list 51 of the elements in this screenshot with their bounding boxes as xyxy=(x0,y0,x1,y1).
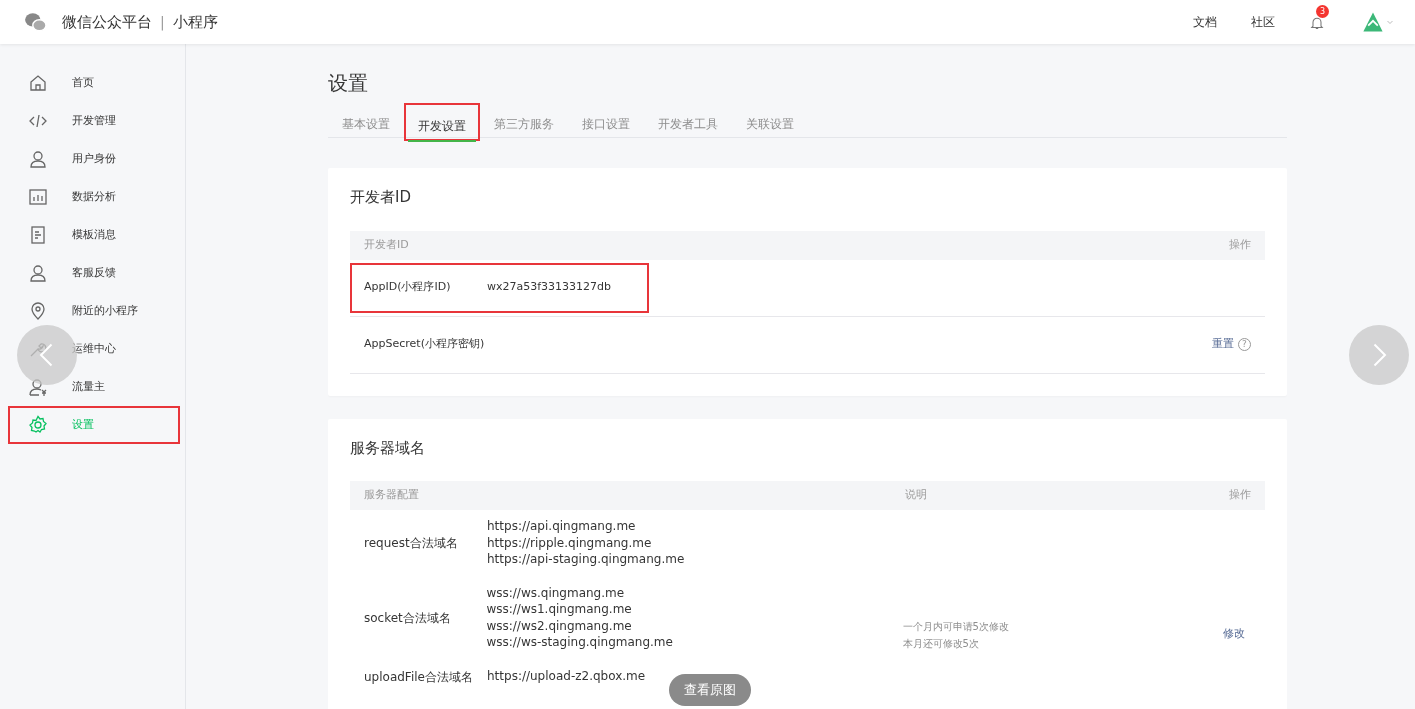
domain-text: https://api-staging.qingmang.me xyxy=(487,551,685,568)
sidebar-item[interactable]: 模板消息 xyxy=(8,216,180,254)
column-header: 操作 xyxy=(1229,236,1251,253)
column-header: 说明 xyxy=(905,487,928,504)
field-label: request合法域名 xyxy=(364,534,459,552)
product-title: 小程序 xyxy=(172,11,218,33)
field-label: uploadFile合法域名 xyxy=(364,668,474,686)
notification-badge: 3 xyxy=(1316,5,1329,18)
sidebar-item[interactable]: 开发管理 xyxy=(8,102,180,140)
sidebar-item[interactable]: 附近的小程序 xyxy=(8,292,180,330)
wechat-logo-icon xyxy=(22,11,48,33)
domain-text: wss://ws1.qingmang.me xyxy=(486,601,632,618)
sidebar-item[interactable]: 客服反馈 xyxy=(8,254,180,292)
domain-text: https://upload-z2.qbox.me xyxy=(487,668,646,685)
divider-text: | xyxy=(160,12,165,33)
user-icon xyxy=(28,263,48,283)
field-label: AppSecret(小程序密钥) xyxy=(364,336,486,353)
field-value: wx27a53f33133127db xyxy=(487,279,612,296)
sidebar-item[interactable]: 首页 xyxy=(8,64,180,102)
note-text: 本月还可修改5次 xyxy=(902,636,980,651)
sidebar-item[interactable]: 用户身份 xyxy=(8,140,180,178)
chart-icon xyxy=(28,187,48,207)
home-icon xyxy=(28,73,48,93)
domain-text: wss://ws.qingmang.me xyxy=(486,584,625,601)
header-link[interactable]: 社区 xyxy=(1251,13,1275,31)
location-icon xyxy=(28,301,48,321)
domain-text: wss://ws2.qingmang.me xyxy=(486,617,632,634)
column-header: 开发者ID xyxy=(364,236,409,253)
domain-text: wss://ws-staging.qingmang.me xyxy=(486,634,673,651)
next-button[interactable] xyxy=(1349,325,1409,385)
domain-text: https://api.qingmang.me xyxy=(487,518,636,535)
settings-icon xyxy=(28,415,48,435)
user-icon xyxy=(28,149,48,169)
note-text: 一个月内可申请5次修改 xyxy=(902,619,1010,634)
reset-link[interactable]: 重置 xyxy=(1212,336,1234,353)
field-label: socket合法域名 xyxy=(364,609,452,627)
brand-title[interactable]: 微信公众平台 xyxy=(62,10,152,34)
column-header: 服务器配置 xyxy=(364,487,420,504)
page-title: 设置 xyxy=(328,70,369,97)
section-title: 开发者ID xyxy=(350,187,412,208)
sidebar-item[interactable]: 流量主 xyxy=(8,368,180,406)
section-title: 服务器域名 xyxy=(350,437,426,459)
sidebar-item[interactable]: 数据分析 xyxy=(8,178,180,216)
domain-text: https://ripple.qingmang.me xyxy=(487,534,652,551)
header-link[interactable]: 文档 xyxy=(1193,13,1217,31)
column-header: 操作 xyxy=(1229,487,1251,504)
field-label: AppID(小程序ID) xyxy=(364,279,452,296)
edit-link[interactable]: 修改 xyxy=(1223,626,1245,643)
tab[interactable]: 开发设置 xyxy=(404,103,480,141)
avatar-icon xyxy=(1361,10,1385,34)
document-icon xyxy=(28,225,48,245)
